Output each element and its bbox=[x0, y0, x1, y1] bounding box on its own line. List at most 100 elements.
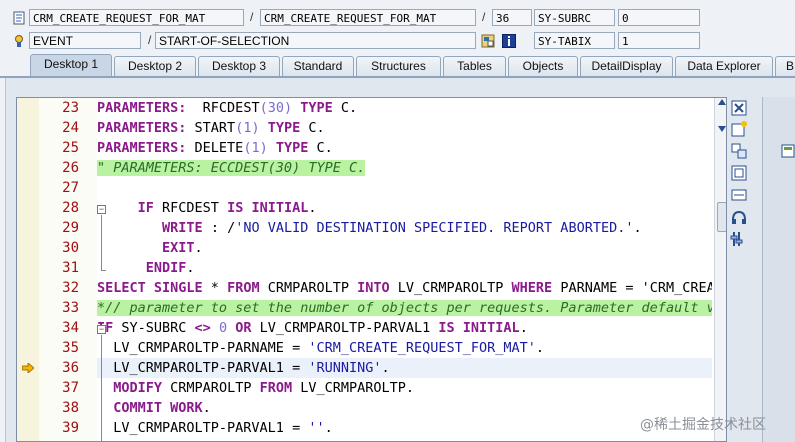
adjacent-tool-panel bbox=[762, 97, 795, 442]
code-token: CRMPAROLTP bbox=[170, 380, 260, 396]
maximize-icon[interactable] bbox=[730, 164, 748, 182]
code-line[interactable]: PARAMETERS: RFCDEST(30) TYPE C. bbox=[97, 98, 712, 118]
code-token: . bbox=[381, 360, 390, 376]
code-token: SY-SUBRC bbox=[121, 320, 195, 336]
tab-desktop-2[interactable]: Desktop 2 bbox=[114, 56, 196, 76]
code-line[interactable]: COMMIT WORK. bbox=[97, 398, 712, 418]
line-number: 34 bbox=[62, 320, 79, 336]
line-number: 31 bbox=[62, 260, 79, 276]
tab-detail-display[interactable]: DetailDisplay bbox=[580, 56, 673, 76]
line-number: 36 bbox=[62, 360, 79, 376]
code-token: TYPE bbox=[292, 100, 341, 116]
swap-tool-icon[interactable] bbox=[730, 142, 748, 160]
tab-overflow[interactable]: B bbox=[775, 56, 795, 76]
vertical-scrollbar[interactable] bbox=[714, 98, 726, 441]
resize-icon[interactable] bbox=[730, 186, 748, 204]
include-name-field[interactable]: CRM_CREATE_REQUEST_FOR_MAT bbox=[260, 9, 476, 26]
code-token: FROM bbox=[227, 280, 268, 296]
fold-guide-end bbox=[101, 270, 106, 271]
code-token: <> bbox=[194, 320, 219, 336]
scroll-down-icon[interactable] bbox=[717, 125, 727, 133]
close-icon[interactable] bbox=[730, 99, 748, 117]
code-token: SELECT SINGLE bbox=[97, 280, 211, 296]
line-number: 29 bbox=[62, 220, 79, 236]
code-token: MODIFY bbox=[113, 380, 171, 396]
settings-icon[interactable] bbox=[730, 230, 748, 248]
sy-subrc-value[interactable]: 0 bbox=[618, 9, 700, 26]
code-token: RFCDEST bbox=[162, 200, 228, 216]
code-token: LV_CRMPAROLTP-PARVAL1 = bbox=[97, 420, 309, 436]
code-token: FROM bbox=[259, 380, 301, 396]
line-number: 32 bbox=[62, 280, 79, 296]
program-info-row: CRM_CREATE_REQUEST_FOR_MAT / CRM_CREATE_… bbox=[0, 8, 795, 28]
code-line[interactable]: " PARAMETERS: ECCDEST(30) TYPE C. bbox=[97, 158, 712, 178]
code-line[interactable]: IF SY-SUBRC <> 0 OR LV_CRMPAROLTP-PARVAL… bbox=[97, 318, 712, 338]
code-line[interactable]: ENDIF. bbox=[97, 258, 712, 278]
source-code-editor[interactable]: 23 24 25 26 27 28 29 30 31 32 33 34 35 36 37 38 39 PARAM… bbox=[16, 97, 727, 442]
code-token: LV_CRMPAROLTP bbox=[397, 280, 512, 296]
line-number: 23 bbox=[62, 100, 79, 116]
code-line[interactable]: SELECT SINGLE * FROM CRMPAROLTP INTO LV_… bbox=[97, 278, 712, 298]
line-number-field[interactable]: 36 bbox=[492, 9, 532, 26]
code-token: CRMPAROLTP bbox=[267, 280, 358, 296]
sy-subrc-label: SY-SUBRC bbox=[534, 9, 615, 26]
tab-desktop-3[interactable]: Desktop 3 bbox=[198, 56, 280, 76]
code-token: LV_CRMPAROLTP-PARNAME = bbox=[97, 340, 309, 356]
info-icon[interactable] bbox=[502, 34, 516, 48]
line-number: 30 bbox=[62, 240, 79, 256]
code-line[interactable]: LV_CRMPAROLTP-PARVAL1 = ''. bbox=[97, 418, 712, 438]
code-token: (30) bbox=[259, 100, 293, 116]
code-token: IS INITIAL bbox=[227, 200, 309, 216]
code-token: PARAMETERS: bbox=[97, 120, 195, 136]
code-token: *// parameter to set the number of objec… bbox=[97, 300, 712, 316]
line-number: 28 bbox=[62, 200, 79, 216]
code-token: ENDIF bbox=[145, 260, 187, 276]
code-token: TYPE bbox=[259, 120, 309, 136]
fold-toggle-34[interactable]: − bbox=[97, 325, 106, 334]
tab-tables[interactable]: Tables bbox=[443, 56, 506, 76]
tab-standard[interactable]: Standard bbox=[282, 56, 354, 76]
tab-structures[interactable]: Structures bbox=[356, 56, 441, 76]
code-line[interactable]: WRITE : /'NO VALID DESTINATION SPECIFIED… bbox=[97, 218, 712, 238]
scroll-up-icon[interactable] bbox=[717, 98, 727, 106]
code-line[interactable]: EXIT. bbox=[97, 238, 712, 258]
event-type-field[interactable]: EVENT bbox=[29, 32, 141, 49]
code-line[interactable]: *// parameter to set the number of objec… bbox=[97, 298, 712, 318]
program-name-field[interactable]: CRM_CREATE_REQUEST_FOR_MAT bbox=[29, 9, 244, 26]
display-source-icon[interactable] bbox=[481, 34, 495, 48]
tab-objects[interactable]: Objects bbox=[508, 56, 578, 76]
event-info-row: EVENT / START-OF-SELECTION SY-TABIX 1 bbox=[0, 31, 795, 51]
code-token: 0 bbox=[218, 320, 236, 336]
code-line[interactable]: IF RFCDEST IS INITIAL. bbox=[97, 198, 712, 218]
code-line[interactable]: LV_CRMPAROLTP-PARNAME = 'CRM_CREATE_REQU… bbox=[97, 338, 712, 358]
sy-tabix-value[interactable]: 1 bbox=[618, 32, 700, 49]
code-line[interactable]: PARAMETERS: START(1) TYPE C. bbox=[97, 118, 712, 138]
fold-toggle-28[interactable]: − bbox=[97, 205, 106, 214]
line-number: 39 bbox=[62, 420, 79, 436]
line-number: 33 bbox=[62, 300, 79, 316]
code-token: . bbox=[308, 200, 317, 216]
tab-desktop-1[interactable]: Desktop 1 bbox=[30, 54, 112, 76]
tab-data-explorer[interactable]: Data Explorer bbox=[675, 56, 773, 76]
code-line[interactable]: MODIFY CRMPAROLTP FROM LV_CRMPAROLTP. bbox=[97, 378, 712, 398]
service-icon[interactable] bbox=[730, 208, 748, 226]
code-token: : / bbox=[210, 220, 236, 236]
code-token: INTO bbox=[357, 280, 398, 296]
code-token: 'NO VALID DESTINATION SPECIFIED. REPORT … bbox=[235, 220, 634, 236]
event-name-field[interactable]: START-OF-SELECTION bbox=[155, 32, 476, 49]
scrollbar-thumb[interactable] bbox=[717, 202, 726, 232]
code-line[interactable]: PARAMETERS: DELETE(1) TYPE C. bbox=[97, 138, 712, 158]
code-token: EXIT bbox=[162, 240, 195, 256]
current-code-line[interactable]: LV_CRMPAROLTP-PARVAL1 = 'RUNNING'. bbox=[97, 358, 712, 378]
code-token: OR bbox=[235, 320, 260, 336]
new-tool-icon[interactable] bbox=[730, 120, 748, 138]
separator-slash: / bbox=[250, 10, 254, 24]
code-area[interactable]: PARAMETERS: RFCDEST(30) TYPE C. PARAMETER… bbox=[97, 98, 712, 441]
panel-tool-icon[interactable] bbox=[781, 144, 795, 158]
breakpoint-gutter[interactable] bbox=[17, 98, 40, 441]
code-token: DELETE bbox=[194, 140, 244, 156]
code-line[interactable] bbox=[97, 178, 712, 198]
